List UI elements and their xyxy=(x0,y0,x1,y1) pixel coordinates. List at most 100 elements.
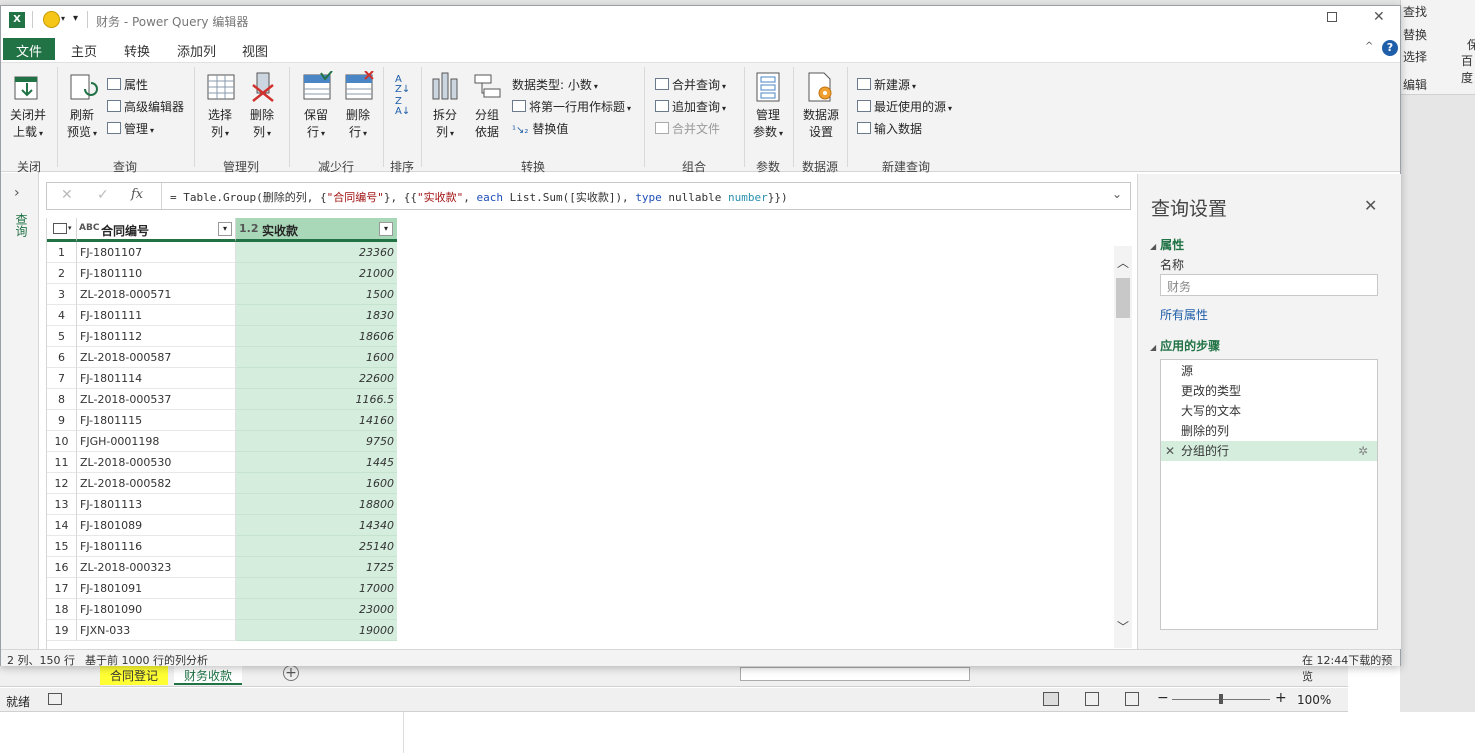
tab-view[interactable]: 视图 xyxy=(229,38,281,60)
cell-contract-id[interactable]: FJXN-033 xyxy=(77,620,236,641)
formula-text[interactable]: = Table.Group(删除的列, {"合同编号"}, {{"实收款", e… xyxy=(170,189,788,205)
cell-received-amount[interactable]: 22600 xyxy=(236,368,397,389)
recent-sources-button[interactable]: 最近使用的源 ▾ xyxy=(857,98,952,115)
table-row[interactable]: 3 ZL-2018-000571 1500 xyxy=(47,284,397,305)
cell-contract-id[interactable]: ZL-2018-000587 xyxy=(77,347,236,368)
sort-descending-button[interactable]: Z A↓ xyxy=(395,97,410,117)
column-profiling-status[interactable]: 基于前 1000 行的列分析 xyxy=(85,652,208,668)
function-icon[interactable]: fx xyxy=(131,187,143,202)
combine-files-button[interactable]: 合并文件 xyxy=(655,120,720,137)
feedback-dropdown-icon[interactable]: ▾ xyxy=(61,14,65,23)
cell-contract-id[interactable]: FJ-1801110 xyxy=(77,263,236,284)
manage-button[interactable]: 管理 ▾ xyxy=(107,120,154,137)
expand-formula-icon[interactable]: ⌄ xyxy=(1112,187,1122,201)
cell-contract-id[interactable]: ZL-2018-000537 xyxy=(77,389,236,410)
table-row[interactable]: 2 FJ-1801110 21000 xyxy=(47,263,397,284)
text-type-icon[interactable]: ABC xyxy=(79,223,99,233)
excel-replace[interactable]: 替换 xyxy=(1403,26,1427,43)
merge-queries-button[interactable]: 合并查询 ▾ xyxy=(655,76,726,93)
zoom-out-icon[interactable]: − xyxy=(1157,690,1169,706)
confirm-formula-icon[interactable]: ✓ xyxy=(97,187,109,203)
cell-received-amount[interactable]: 23360 xyxy=(236,242,397,263)
step-uppercased-text[interactable]: 大写的文本 xyxy=(1161,401,1377,421)
table-row[interactable]: 16 ZL-2018-000323 1725 xyxy=(47,557,397,578)
maximize-icon[interactable] xyxy=(1327,12,1337,22)
table-menu-header[interactable]: ▾ xyxy=(47,218,77,242)
add-sheet-icon[interactable]: + xyxy=(283,665,299,681)
cell-contract-id[interactable]: FJ-1801114 xyxy=(77,368,236,389)
column-header-received-amount[interactable]: 1.2 实收款 ▾ xyxy=(236,218,397,242)
cell-received-amount[interactable]: 25140 xyxy=(236,536,397,557)
scrollbar-thumb[interactable] xyxy=(1116,278,1130,318)
cell-received-amount[interactable]: 1445 xyxy=(236,452,397,473)
tab-file[interactable]: 文件 xyxy=(3,38,56,60)
cell-contract-id[interactable]: FJ-1801090 xyxy=(77,599,236,620)
cell-contract-id[interactable]: FJ-1801089 xyxy=(77,515,236,536)
horizontal-scrollbar[interactable] xyxy=(740,667,970,681)
all-properties-link[interactable]: 所有属性 xyxy=(1160,306,1208,323)
table-row[interactable]: 7 FJ-1801114 22600 xyxy=(47,368,397,389)
cell-contract-id[interactable]: FJ-1801115 xyxy=(77,410,236,431)
sheet-tab-finance[interactable]: 财务收款 xyxy=(174,665,243,685)
scroll-down-icon[interactable]: ﹀ xyxy=(1117,618,1129,635)
step-removed-columns[interactable]: 删除的列 xyxy=(1161,421,1377,441)
enter-data-button[interactable]: 输入数据 xyxy=(857,120,922,137)
table-row[interactable]: 6 ZL-2018-000587 1600 xyxy=(47,347,397,368)
cell-received-amount[interactable]: 1600 xyxy=(236,347,397,368)
cell-received-amount[interactable]: 23000 xyxy=(236,599,397,620)
table-row[interactable]: 8 ZL-2018-000537 1166.5 xyxy=(47,389,397,410)
cell-received-amount[interactable]: 21000 xyxy=(236,263,397,284)
cell-contract-id[interactable]: FJGH-0001198 xyxy=(77,431,236,452)
table-row[interactable]: 10 FJGH-0001198 9750 xyxy=(47,431,397,452)
step-source[interactable]: 源 xyxy=(1161,361,1377,381)
use-first-row-header-button[interactable]: 将第一行用作标题 ▾ xyxy=(512,98,631,115)
smiley-feedback-icon[interactable] xyxy=(43,11,60,28)
cell-received-amount[interactable]: 18606 xyxy=(236,326,397,347)
table-row[interactable]: 17 FJ-1801091 17000 xyxy=(47,578,397,599)
table-row[interactable]: 14 FJ-1801089 14340 xyxy=(47,515,397,536)
advanced-editor-button[interactable]: 高级编辑器 xyxy=(107,98,184,115)
quick-access-customize-icon[interactable]: ▾ xyxy=(73,13,78,24)
excel-save-partial[interactable]: 保 xyxy=(1467,36,1475,53)
cell-contract-id[interactable]: ZL-2018-000530 xyxy=(77,452,236,473)
delete-step-icon[interactable]: ✕ xyxy=(1165,441,1175,461)
expand-queries-icon[interactable]: › xyxy=(14,185,20,201)
cell-received-amount[interactable]: 14160 xyxy=(236,410,397,431)
cell-contract-id[interactable]: FJ-1801116 xyxy=(77,536,236,557)
cell-received-amount[interactable]: 14340 xyxy=(236,515,397,536)
table-row[interactable]: 18 FJ-1801090 23000 xyxy=(47,599,397,620)
column-filter-dropdown-icon[interactable]: ▾ xyxy=(379,222,393,236)
query-name-input[interactable]: 财务 xyxy=(1160,274,1378,296)
table-row[interactable]: 11 ZL-2018-000530 1445 xyxy=(47,452,397,473)
column-header-contract-id[interactable]: ABC 合同编号 ▾ xyxy=(77,218,236,242)
cell-contract-id[interactable]: FJ-1801111 xyxy=(77,305,236,326)
sort-ascending-button[interactable]: A Z↓ xyxy=(395,75,410,95)
cell-received-amount[interactable]: 9750 xyxy=(236,431,397,452)
page-break-icon[interactable] xyxy=(1125,692,1139,706)
cell-received-amount[interactable]: 1600 xyxy=(236,473,397,494)
replace-values-button[interactable]: ¹↘₂ 替换值 xyxy=(512,120,568,137)
cell-received-amount[interactable]: 19000 xyxy=(236,620,397,641)
zoom-slider-thumb[interactable] xyxy=(1219,694,1223,704)
tab-transform[interactable]: 转换 xyxy=(111,38,163,60)
cell-received-amount[interactable]: 1725 xyxy=(236,557,397,578)
applied-steps-section-header[interactable]: ◢ 应用的步骤 xyxy=(1150,337,1220,354)
properties-button[interactable]: 属性 xyxy=(107,76,148,93)
tab-home[interactable]: 主页 xyxy=(58,38,110,60)
cell-received-amount[interactable]: 18800 xyxy=(236,494,397,515)
queries-pane-label[interactable]: 查询 xyxy=(13,213,30,237)
table-row[interactable]: 9 FJ-1801115 14160 xyxy=(47,410,397,431)
table-row[interactable]: 13 FJ-1801113 18800 xyxy=(47,494,397,515)
cell-received-amount[interactable]: 1500 xyxy=(236,284,397,305)
excel-find[interactable]: 查找 xyxy=(1403,3,1427,20)
table-row[interactable]: 19 FJXN-033 19000 xyxy=(47,620,397,641)
cancel-formula-icon[interactable]: ✕ xyxy=(61,187,73,203)
excel-select[interactable]: 选择 xyxy=(1403,48,1427,65)
append-queries-button[interactable]: 追加查询 ▾ xyxy=(655,98,726,115)
cell-contract-id[interactable]: FJ-1801091 xyxy=(77,578,236,599)
close-settings-icon[interactable]: ✕ xyxy=(1364,196,1377,215)
vertical-scrollbar[interactable]: ︿ ﹀ xyxy=(1114,246,1132,648)
cell-contract-id[interactable]: ZL-2018-000323 xyxy=(77,557,236,578)
column-filter-dropdown-icon[interactable]: ▾ xyxy=(218,222,232,236)
cell-received-amount[interactable]: 1166.5 xyxy=(236,389,397,410)
